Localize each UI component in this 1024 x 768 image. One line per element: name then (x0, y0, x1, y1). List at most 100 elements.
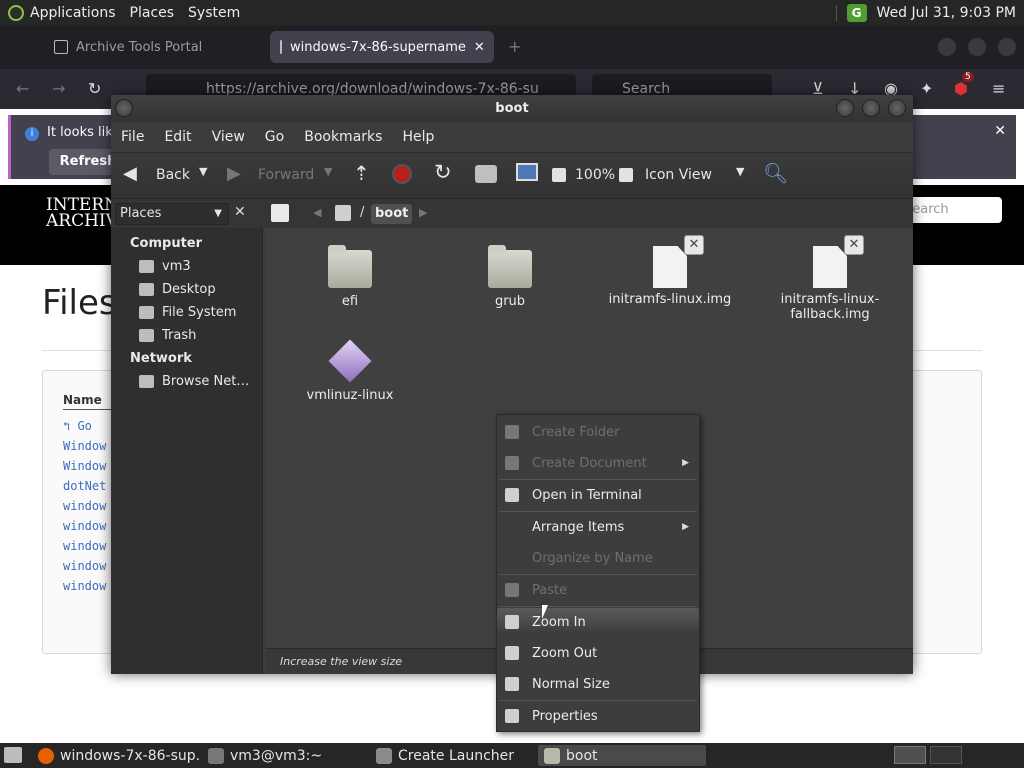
forward-icon[interactable]: ▶ (227, 163, 241, 184)
file-link[interactable]: Window (63, 459, 106, 473)
menu-item-open-terminal[interactable]: Open in Terminal (497, 481, 699, 509)
file-item-efi[interactable]: efi (285, 245, 415, 309)
task-create-launcher[interactable]: Create Launcher (370, 745, 536, 766)
back-arrow-icon[interactable]: ← (16, 79, 29, 98)
sidebar-item-vm3[interactable]: vm3 (139, 259, 191, 274)
menu-bookmarks[interactable]: Bookmarks (304, 129, 382, 145)
system-menu[interactable]: System (188, 5, 240, 21)
menu-item-arrange-items[interactable]: Arrange Items ▶ (497, 513, 699, 541)
filesystem-root-icon[interactable] (335, 205, 351, 221)
up-icon[interactable]: ⇡ (353, 161, 370, 185)
file-link[interactable]: window (63, 579, 106, 593)
back-icon[interactable]: ◀ (123, 163, 137, 184)
minimize-button[interactable] (938, 38, 956, 56)
file-link[interactable]: window (63, 519, 106, 533)
file-link[interactable]: window (63, 539, 106, 553)
breadcrumb-left-arrow[interactable]: ◀ (313, 206, 321, 219)
reload-icon[interactable]: ↻ (88, 79, 101, 98)
back-button[interactable]: Back (156, 167, 190, 183)
file-link[interactable]: Window (63, 439, 106, 453)
breadcrumb-right-arrow[interactable]: ▶ (419, 206, 427, 219)
home-folder-icon (139, 260, 154, 273)
file-item-grub[interactable]: grub (445, 245, 575, 309)
menu-edit[interactable]: Edit (164, 129, 191, 145)
new-tab-icon[interactable]: + (508, 37, 521, 56)
back-history-dropdown[interactable]: ▼ (199, 165, 207, 178)
update-notifier-icon[interactable]: G (846, 3, 867, 22)
home-icon[interactable] (475, 165, 497, 183)
menu-item-zoom-out[interactable]: Zoom Out (497, 639, 699, 667)
workspace-2[interactable] (930, 746, 962, 764)
minimize-button[interactable] (836, 99, 854, 117)
extensions-icon[interactable]: ✦ (920, 79, 933, 98)
close-sidebar-icon[interactable]: ✕ (234, 204, 246, 220)
close-window-button[interactable] (888, 99, 906, 117)
menu-file[interactable]: File (121, 129, 144, 145)
file-item-initramfs[interactable]: initramfs-linux.img (605, 246, 735, 307)
workspace-1[interactable] (894, 746, 926, 764)
paste-icon (505, 583, 519, 597)
menu-item-create-document[interactable]: Create Document ▶ (497, 449, 699, 477)
name-column-header[interactable]: Name (63, 393, 102, 407)
hamburger-menu-icon[interactable]: ≡ (992, 79, 1005, 98)
context-menu: Create Folder Create Document ▶ Open in … (496, 414, 700, 732)
maximize-button[interactable] (968, 38, 986, 56)
window-menu-button[interactable] (115, 99, 133, 117)
forward-history-dropdown[interactable]: ▼ (324, 165, 332, 178)
zoom-out-icon[interactable] (552, 168, 566, 182)
file-link[interactable]: window (63, 559, 106, 573)
breadcrumb-current[interactable]: boot (371, 204, 413, 224)
sidebar-item-filesystem[interactable]: File System (139, 305, 236, 320)
firefox-tab-windows[interactable]: windows-7x-86-supername ✕ (270, 31, 494, 63)
task-firefox[interactable]: windows-7x-86-sup... (32, 745, 200, 766)
menu-go[interactable]: Go (265, 129, 284, 145)
menu-item-create-folder[interactable]: Create Folder (497, 418, 699, 446)
file-link[interactable]: dotNet (63, 479, 106, 493)
task-label: vm3@vm3:~ (230, 747, 323, 764)
menu-item-normal-size[interactable]: Normal Size (497, 670, 699, 698)
applications-menu[interactable]: Applications (8, 4, 116, 21)
reload-icon[interactable]: ↻ (434, 160, 452, 184)
ia-search-input[interactable]: Search (900, 197, 1002, 223)
mate-logo-icon (8, 4, 24, 21)
forward-button[interactable]: Forward (258, 167, 314, 183)
menu-item-properties[interactable]: Properties (497, 702, 699, 730)
task-boot[interactable]: boot (538, 745, 706, 766)
edit-location-icon[interactable] (271, 204, 289, 222)
menu-item-organize-by-name[interactable]: Organize by Name (497, 544, 699, 572)
maximize-button[interactable] (862, 99, 880, 117)
sidebar-type-label: Places (120, 206, 162, 221)
sidebar-item-browse-network[interactable]: Browse Net… (139, 374, 249, 389)
notice-close-icon[interactable]: ✕ (994, 123, 1006, 139)
window-titlebar[interactable]: boot (111, 95, 913, 122)
zoom-out-icon (505, 646, 519, 660)
sidebar-type-select[interactable]: Places ▼ (115, 203, 229, 225)
sidebar-item-trash[interactable]: Trash (139, 328, 196, 343)
view-mode-dropdown-icon[interactable]: ▼ (736, 165, 744, 178)
search-icon[interactable]: 🔍︎ (763, 161, 788, 185)
tab-close-icon[interactable]: ✕ (474, 40, 485, 55)
show-desktop-button[interactable] (4, 747, 22, 763)
computer-icon[interactable] (516, 163, 538, 181)
stop-icon[interactable] (392, 164, 412, 184)
view-mode-select[interactable]: Icon View (645, 167, 712, 183)
zoom-in-icon[interactable] (619, 168, 633, 182)
file-item-vmlinuz[interactable]: vmlinuz-linux (285, 339, 415, 403)
unreadable-emblem-icon: ✕ (844, 235, 864, 255)
file-item-initramfs-fallback[interactable]: initramfs-linux-fallback.img (765, 246, 895, 322)
task-terminal[interactable]: vm3@vm3:~ (202, 745, 368, 766)
forward-arrow-icon[interactable]: → (52, 79, 65, 98)
sidebar-item-desktop[interactable]: Desktop (139, 282, 216, 297)
internet-archive-logo[interactable]: INTERN ARCHIV (10, 197, 119, 230)
close-window-button[interactable] (998, 38, 1016, 56)
menu-item-paste[interactable]: Paste (497, 576, 699, 604)
archive-favicon-icon (54, 40, 68, 54)
places-menu[interactable]: Places (130, 5, 175, 21)
file-link[interactable]: window (63, 499, 106, 513)
firefox-tab-archive[interactable]: Archive Tools Portal (44, 31, 254, 63)
menu-help[interactable]: Help (402, 129, 434, 145)
menu-item-zoom-in[interactable]: Zoom In (497, 608, 699, 636)
menu-view[interactable]: View (212, 129, 245, 145)
go-parent-link[interactable]: ↰ Go (63, 419, 92, 433)
clock[interactable]: Wed Jul 31, 9:03 PM (877, 5, 1016, 21)
